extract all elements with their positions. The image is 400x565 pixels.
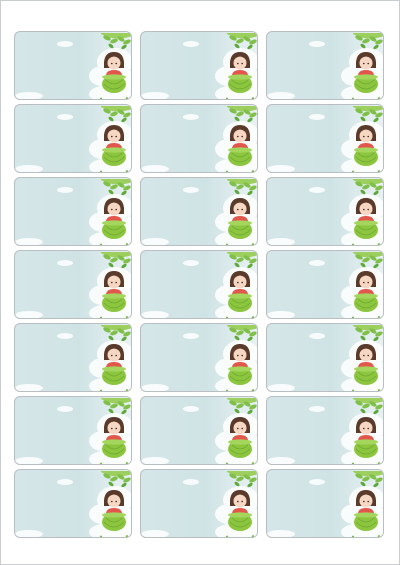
label-illustration: [267, 398, 383, 464]
label-card[interactable]: [140, 31, 258, 100]
label-illustration: [15, 33, 131, 99]
leaves-icon: [227, 252, 257, 269]
leaves-icon: [101, 106, 131, 123]
leaves-icon: [227, 471, 257, 488]
label-card[interactable]: [140, 396, 258, 465]
leaves-icon: [353, 252, 383, 269]
label-card[interactable]: [14, 323, 132, 392]
leaves-icon: [227, 106, 257, 123]
label-illustration: [267, 325, 383, 391]
label-illustration: [15, 179, 131, 245]
leaves-icon: [101, 252, 131, 269]
label-card[interactable]: [14, 396, 132, 465]
label-illustration: [15, 252, 131, 318]
label-card[interactable]: [266, 323, 384, 392]
label-card[interactable]: [266, 177, 384, 246]
label-illustration: [141, 179, 257, 245]
label-card[interactable]: [14, 250, 132, 319]
leaves-icon: [101, 325, 131, 342]
label-illustration: [141, 252, 257, 318]
label-card[interactable]: [140, 104, 258, 173]
label-card[interactable]: [266, 396, 384, 465]
label-sheet: [0, 0, 400, 565]
label-card[interactable]: [14, 469, 132, 538]
label-illustration: [15, 471, 131, 537]
label-illustration: [267, 33, 383, 99]
label-illustration: [15, 398, 131, 464]
leaves-icon: [227, 325, 257, 342]
label-illustration: [267, 471, 383, 537]
leaves-icon: [101, 33, 131, 50]
label-illustration: [141, 471, 257, 537]
label-card[interactable]: [266, 250, 384, 319]
label-card[interactable]: [140, 323, 258, 392]
leaves-icon: [353, 398, 383, 415]
label-card[interactable]: [14, 104, 132, 173]
leaves-icon: [353, 106, 383, 123]
leaves-icon: [353, 33, 383, 50]
label-card[interactable]: [266, 469, 384, 538]
label-illustration: [267, 252, 383, 318]
label-illustration: [15, 325, 131, 391]
label-card[interactable]: [14, 177, 132, 246]
label-illustration: [141, 325, 257, 391]
label-card[interactable]: [266, 31, 384, 100]
leaves-icon: [101, 398, 131, 415]
label-grid: [14, 31, 384, 538]
label-card[interactable]: [140, 250, 258, 319]
leaves-icon: [227, 398, 257, 415]
leaves-icon: [227, 33, 257, 50]
label-card[interactable]: [140, 177, 258, 246]
label-illustration: [141, 106, 257, 172]
label-card[interactable]: [266, 104, 384, 173]
label-card[interactable]: [140, 469, 258, 538]
label-illustration: [15, 106, 131, 172]
leaves-icon: [227, 179, 257, 196]
leaves-icon: [101, 471, 131, 488]
label-illustration: [267, 106, 383, 172]
label-illustration: [267, 179, 383, 245]
label-illustration: [141, 398, 257, 464]
label-card[interactable]: [14, 31, 132, 100]
leaves-icon: [353, 471, 383, 488]
leaves-icon: [353, 325, 383, 342]
label-illustration: [141, 33, 257, 99]
leaves-icon: [101, 179, 131, 196]
leaves-icon: [353, 179, 383, 196]
